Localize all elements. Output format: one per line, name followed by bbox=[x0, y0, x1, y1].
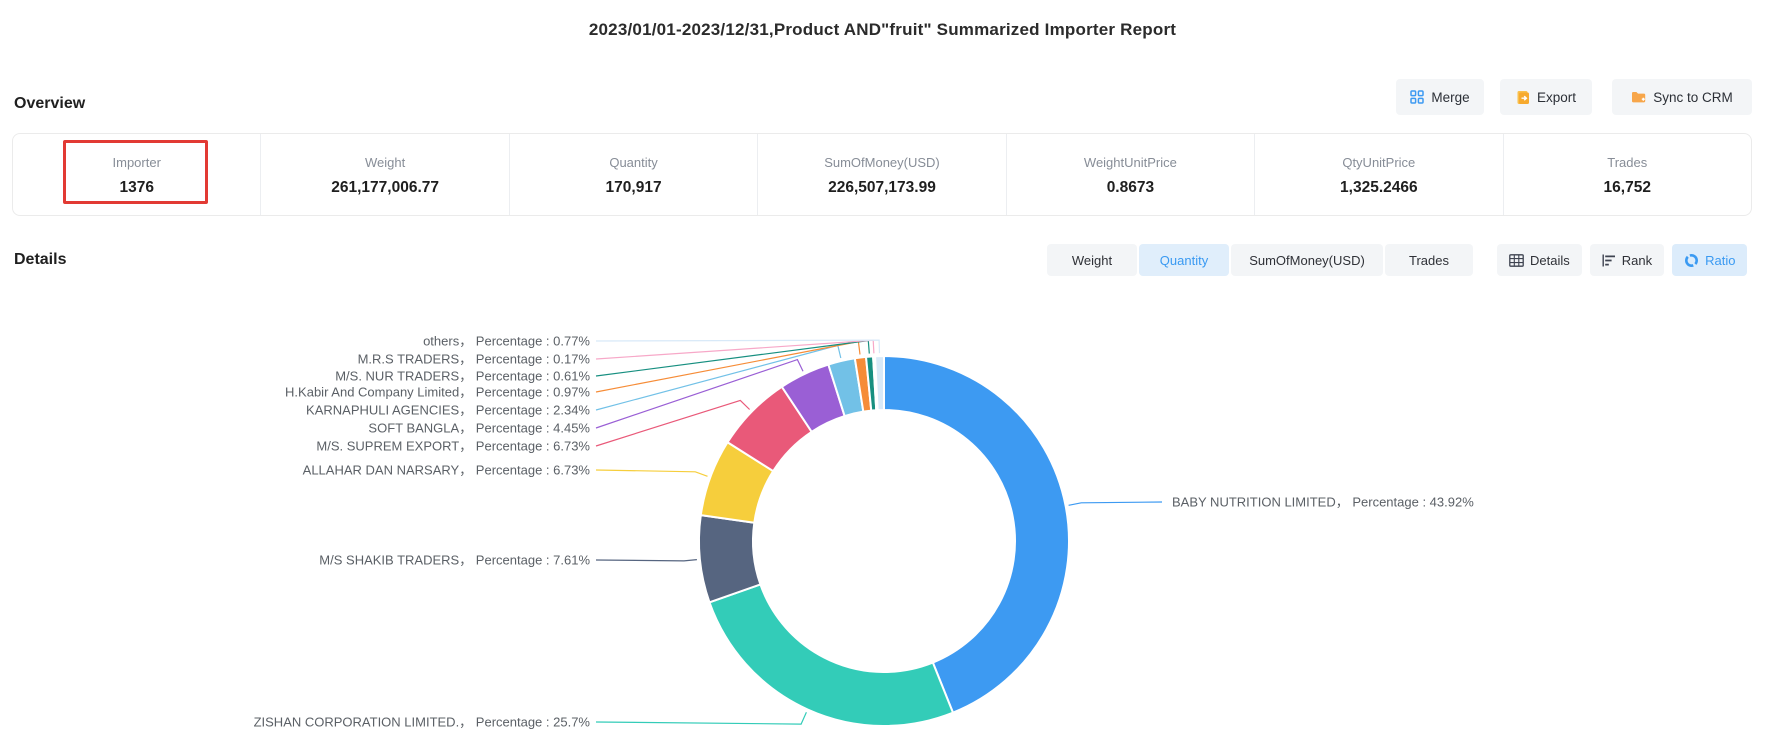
pie-label-9: M.R.S TRADERS， Percentage : 0.17% bbox=[358, 352, 591, 367]
pie-slice-0[interactable] bbox=[884, 356, 1069, 713]
pie-label-8: M/S. NUR TRADERS， Percentage : 0.61% bbox=[335, 369, 590, 384]
pie-slice-10[interactable] bbox=[875, 356, 884, 410]
pie-leader-line-9 bbox=[596, 340, 874, 359]
pie-leader-line-4 bbox=[596, 400, 750, 446]
pie-leader-line-3 bbox=[596, 470, 708, 476]
pie-leader-line-1 bbox=[596, 712, 806, 724]
pie-label-10: others， Percentage : 0.77% bbox=[423, 334, 590, 349]
pie-label-1: ZISHAN CORPORATION LIMITED.， Percentage … bbox=[254, 715, 591, 730]
pie-slice-1[interactable] bbox=[709, 584, 952, 726]
pie-leader-line-0 bbox=[1069, 502, 1162, 505]
importer-report-page: 2023/01/01-2023/12/31,Product AND"fruit"… bbox=[0, 0, 1765, 741]
pie-leader-line-10 bbox=[596, 340, 880, 353]
pie-label-5: SOFT BANGLA， Percentage : 4.45% bbox=[368, 421, 590, 436]
pie-label-3: ALLAHAR DAN NARSARY， Percentage : 6.73% bbox=[303, 463, 591, 478]
pie-label-6: KARNAPHULI AGENCIES， Percentage : 2.34% bbox=[306, 403, 590, 418]
importer-ratio-donut-chart: BABY NUTRITION LIMITED， Percentage : 43.… bbox=[0, 0, 1765, 741]
pie-label-4: M/S. SUPREM EXPORT， Percentage : 6.73% bbox=[316, 439, 590, 454]
pie-label-2: M/S SHAKIB TRADERS， Percentage : 7.61% bbox=[319, 553, 590, 568]
pie-label-0: BABY NUTRITION LIMITED， Percentage : 43.… bbox=[1172, 495, 1474, 510]
pie-leader-line-2 bbox=[596, 560, 697, 561]
pie-label-7: H.Kabir And Company Limited， Percentage … bbox=[285, 385, 590, 400]
